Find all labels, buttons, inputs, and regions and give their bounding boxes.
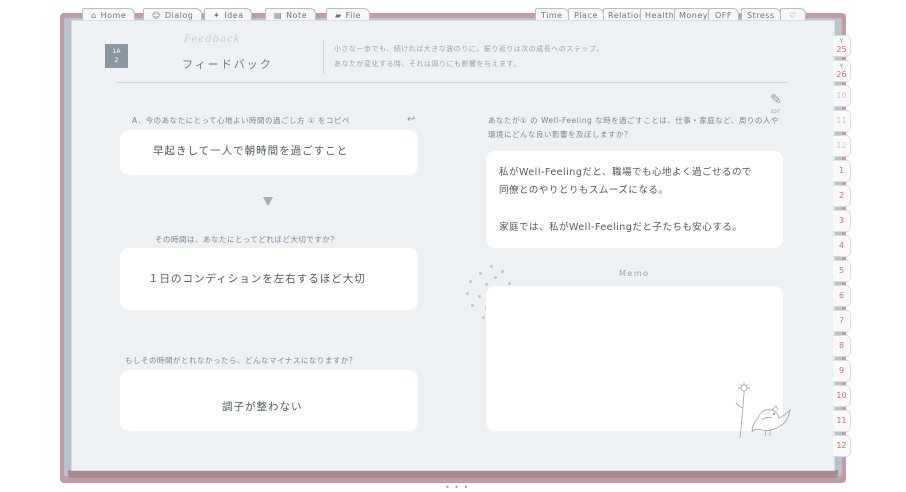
memo-label: Memo bbox=[619, 269, 650, 278]
heart-icon: ♡ bbox=[789, 10, 797, 20]
intro-line-2: あなたが変化する時、それは周りにも影響を与えます。 bbox=[334, 60, 521, 68]
tab-label: Idea bbox=[224, 10, 244, 20]
folder-icon: ▰ bbox=[335, 10, 342, 20]
answer-right-line-1: 私がWell-Feelingだと、職場でも心地よく過ごせるので bbox=[499, 167, 752, 178]
edit-icon[interactable]: ✎ bbox=[770, 92, 786, 110]
month-tab-4[interactable]: 4 bbox=[833, 235, 851, 257]
intro-text: 小さな一歩でも、続ければ大きな波のりに。振り返りは次の成長へのステップ。 あなたが… bbox=[334, 42, 604, 72]
month-tab-2[interactable]: 2 bbox=[833, 185, 851, 207]
return-icon[interactable]: ↩ bbox=[407, 114, 415, 125]
header-divider bbox=[323, 40, 324, 74]
month-tab-3[interactable]: 3 bbox=[833, 210, 851, 232]
month-tab-7[interactable]: 7 bbox=[833, 310, 851, 332]
answer-right-line-2: 同僚とのやりとりもスムーズになる。 bbox=[499, 185, 669, 196]
note-icon: ▤ bbox=[274, 10, 283, 20]
answer-2-text: １日のコンディションを左右するほど大切 bbox=[148, 273, 366, 285]
month-tab-y25[interactable]: Y 25 bbox=[833, 35, 851, 57]
month-tab-12[interactable]: 12 bbox=[833, 435, 851, 457]
intro-line-1: 小さな一歩でも、続ければ大きな波のりに。振り返りは次の成長へのステップ。 bbox=[334, 45, 604, 53]
month-tab-1[interactable]: 1 bbox=[833, 160, 851, 182]
month-tab-11[interactable]: 11 bbox=[833, 410, 851, 432]
arrow-down-icon bbox=[263, 197, 273, 206]
badge-line-2: 2 bbox=[114, 57, 119, 64]
question-1: A．今のあなたにとって心地よい時間の過ごし方 ① をコピペ bbox=[132, 116, 351, 125]
month-tab-10[interactable]: 10 bbox=[833, 385, 851, 407]
question-2: その時間は、あなたにとってどれほど大切ですか？ bbox=[155, 235, 339, 244]
tab-label: Note bbox=[286, 10, 307, 20]
tab-label: Dialog bbox=[164, 10, 194, 20]
month-tab-6[interactable]: 6 bbox=[833, 285, 851, 307]
page-title: フィードバック bbox=[182, 58, 273, 71]
month-tab-label: 26 bbox=[836, 70, 847, 79]
month-tab-9[interactable]: 9 bbox=[833, 360, 851, 382]
month-tab-12-prev[interactable]: 12 bbox=[833, 135, 851, 157]
home-icon: ⌂ bbox=[91, 10, 97, 20]
question-3: もしその時間がとれなかったら、どんなマイナスになりますか？ bbox=[125, 356, 357, 365]
answer-right-line-3: 家庭では、私がWell-Feelingだと子たちも安心する。 bbox=[499, 222, 743, 233]
month-tab-label: 25 bbox=[836, 45, 847, 54]
month-tab-5[interactable]: 5 bbox=[833, 260, 851, 282]
month-tab-8[interactable]: 8 bbox=[833, 335, 851, 357]
tab-label: File bbox=[345, 10, 362, 20]
month-tab-y26[interactable]: Y 26 bbox=[833, 60, 851, 82]
script-title: Feedback bbox=[184, 34, 241, 45]
answer-1-text: 早起きして一人で朝時間を過ごすこと bbox=[153, 145, 349, 157]
answer-3-text: 調子が整わない bbox=[222, 401, 303, 413]
badge-line-1: 1A bbox=[112, 48, 121, 55]
idea-icon: ✦ bbox=[213, 10, 221, 20]
month-tab-11-prev[interactable]: 11 bbox=[833, 110, 851, 132]
bird-flower-illustration bbox=[735, 382, 791, 439]
section-badge: 1A 2 bbox=[105, 44, 128, 68]
tab-label: Home bbox=[100, 10, 127, 20]
question-right: あなたが① の Well-Feeling な時を過ごすことは、仕事・家庭など、周… bbox=[488, 116, 779, 139]
month-tab-10-prev[interactable]: 10 bbox=[833, 85, 851, 107]
header-rule bbox=[116, 82, 788, 83]
page-shadow bbox=[68, 470, 838, 478]
dialog-icon: ☺ bbox=[152, 10, 161, 20]
